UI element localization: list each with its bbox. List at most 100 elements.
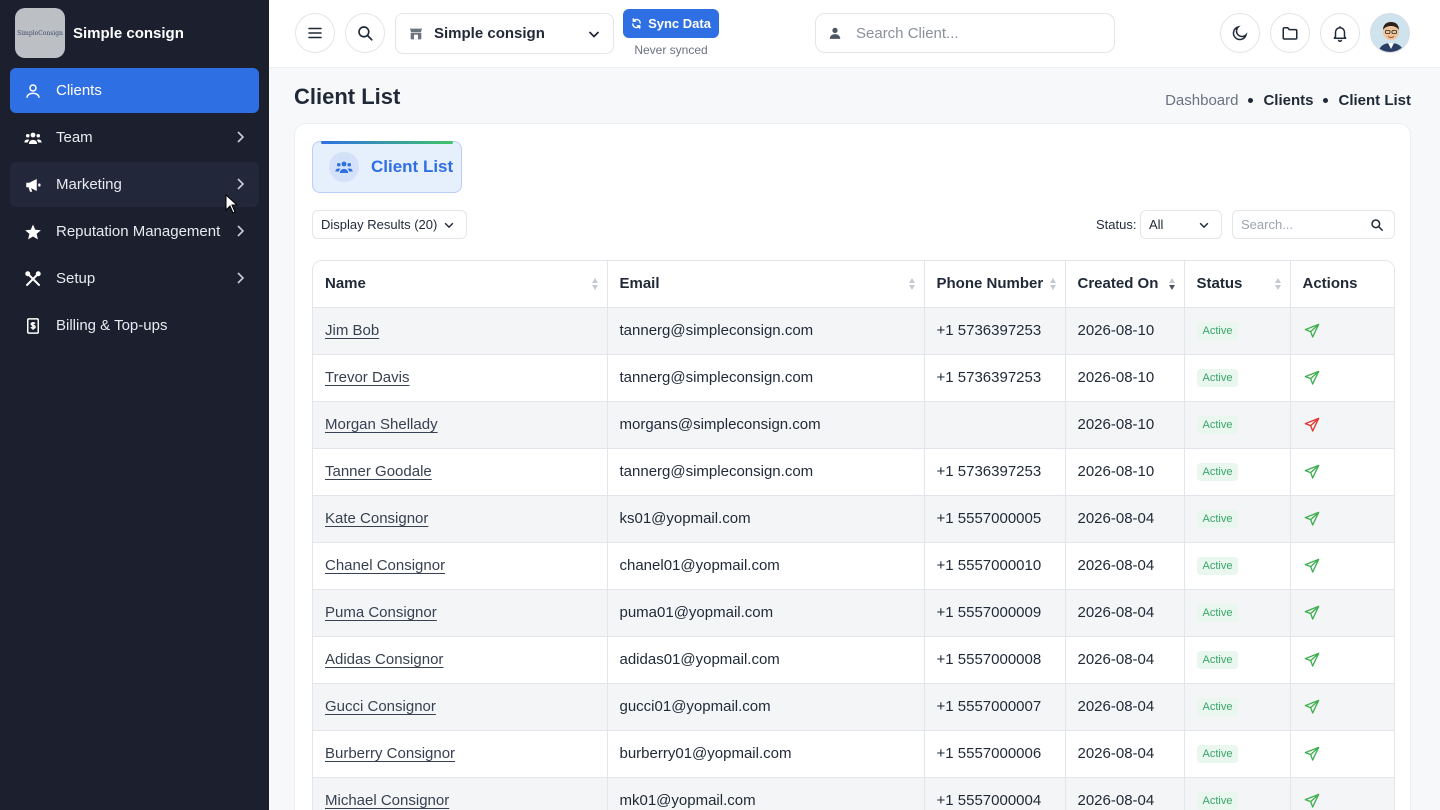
cell-name: Tanner Goodale xyxy=(313,448,608,496)
cell-status: Active xyxy=(1184,589,1291,637)
sidebar-item-reputation-management[interactable]: Reputation Management xyxy=(10,209,259,254)
theme-toggle-button[interactable] xyxy=(1220,13,1260,53)
folder-icon xyxy=(1282,27,1298,40)
cell-created-on: 2026-08-04 xyxy=(1065,730,1185,778)
search-icon[interactable] xyxy=(1370,218,1384,232)
status-badge: Active xyxy=(1196,557,1239,575)
cell-actions xyxy=(1290,730,1394,778)
chevron-right-icon xyxy=(237,272,245,284)
cell-email: burberry01@yopmail.com xyxy=(607,730,925,778)
menu-toggle-button[interactable] xyxy=(295,13,335,53)
table-row[interactable]: Puma Consignor puma01@yopmail.com +1 55570… xyxy=(313,589,1394,637)
table-row[interactable]: Kate Consignor ks01@yopmail.com +1 5557000… xyxy=(313,495,1394,543)
send-icon[interactable] xyxy=(1304,699,1320,715)
client-name-link[interactable]: Burberry Consignor xyxy=(325,745,455,762)
send-icon[interactable] xyxy=(1304,605,1320,621)
client-name-link[interactable]: Jim Bob xyxy=(325,322,379,339)
column-header-phone[interactable]: Phone Number xyxy=(924,261,1066,308)
cell-actions xyxy=(1290,542,1394,590)
sidebar-item-marketing[interactable]: Marketing xyxy=(10,162,259,207)
column-header-status[interactable]: Status xyxy=(1184,261,1291,308)
sync-data-button[interactable]: Sync Data xyxy=(623,9,719,38)
send-icon[interactable] xyxy=(1304,558,1320,574)
send-icon[interactable] xyxy=(1304,652,1320,668)
send-icon[interactable] xyxy=(1304,370,1320,386)
cell-phone: +1 5736397253 xyxy=(924,307,1066,355)
table-search[interactable] xyxy=(1232,210,1395,239)
send-icon[interactable] xyxy=(1304,417,1320,433)
client-name-link[interactable]: Chanel Consignor xyxy=(325,557,445,574)
send-icon[interactable] xyxy=(1304,464,1320,480)
tab-client-list[interactable]: Client List xyxy=(312,141,462,193)
send-icon[interactable] xyxy=(1304,793,1320,809)
sidebar: SimpleConsign Simple consign Clients Tea… xyxy=(0,0,269,810)
column-header-label: Email xyxy=(619,275,660,293)
client-search[interactable] xyxy=(815,13,1115,53)
send-icon[interactable] xyxy=(1304,511,1320,527)
status-filter-select[interactable]: All xyxy=(1140,210,1222,239)
table-row[interactable]: Tanner Goodale tannerg@simpleconsign.com +… xyxy=(313,448,1394,496)
table-row[interactable]: Michael Consignor mk01@yopmail.com +1 5557… xyxy=(313,777,1394,810)
send-icon[interactable] xyxy=(1304,323,1320,339)
cell-phone: +1 5557000010 xyxy=(924,542,1066,590)
table-row[interactable]: Gucci Consignor gucci01@yopmail.com +1 555… xyxy=(313,683,1394,731)
client-name-link[interactable]: Gucci Consignor xyxy=(325,698,436,715)
files-button[interactable] xyxy=(1270,13,1310,53)
client-name-link[interactable]: Michael Consignor xyxy=(325,792,449,809)
client-name-link[interactable]: Morgan Shellady xyxy=(325,416,438,433)
cell-email: tannerg@simpleconsign.com xyxy=(607,448,925,496)
sort-desc-icon[interactable] xyxy=(1168,277,1176,291)
cell-name: Jim Bob xyxy=(313,307,608,355)
sort-icon[interactable] xyxy=(1274,277,1282,291)
notifications-button[interactable] xyxy=(1320,13,1360,53)
status-filter-value: All xyxy=(1149,217,1164,232)
cell-created-on: 2026-08-10 xyxy=(1065,307,1185,355)
sort-icon[interactable] xyxy=(908,277,916,291)
client-search-input[interactable] xyxy=(856,24,1096,42)
cell-email: gucci01@yopmail.com xyxy=(607,683,925,731)
column-header-name[interactable]: Name xyxy=(313,261,608,308)
status-badge: Active xyxy=(1196,369,1239,387)
table-row[interactable]: Jim Bob tannerg@simpleconsign.com +1 57363… xyxy=(313,307,1394,355)
sort-icon[interactable] xyxy=(1049,277,1057,291)
sidebar-item-billing[interactable]: Billing & Top-ups xyxy=(10,303,259,348)
cell-name: Trevor Davis xyxy=(313,354,608,402)
table-row[interactable]: Chanel Consignor chanel01@yopmail.com +1 5… xyxy=(313,542,1394,590)
table-row[interactable]: Adidas Consignor adidas01@yopmail.com +1 5… xyxy=(313,636,1394,684)
status-badge: Active xyxy=(1196,651,1239,669)
table-row[interactable]: Morgan Shellady morgans@simpleconsign.com… xyxy=(313,401,1394,449)
cell-created-on: 2026-08-04 xyxy=(1065,542,1185,590)
client-name-link[interactable]: Puma Consignor xyxy=(325,604,437,621)
search-button[interactable] xyxy=(345,13,385,53)
client-name-link[interactable]: Adidas Consignor xyxy=(325,651,443,668)
status-badge: Active xyxy=(1196,792,1239,810)
column-header-label: Phone Number xyxy=(936,275,1044,293)
send-icon[interactable] xyxy=(1304,746,1320,762)
display-results-select[interactable]: Display Results (20) xyxy=(312,210,467,239)
users-icon xyxy=(24,129,42,147)
breadcrumb-dashboard[interactable]: Dashboard xyxy=(1165,92,1238,109)
user-avatar[interactable] xyxy=(1370,13,1410,53)
sidebar-item-team[interactable]: Team xyxy=(10,115,259,160)
tab-label: Client List xyxy=(371,157,454,176)
hamburger-icon xyxy=(308,27,322,39)
sidebar-item-clients[interactable]: Clients xyxy=(10,68,259,113)
breadcrumb-clients[interactable]: Clients xyxy=(1263,92,1313,109)
status-badge: Active xyxy=(1196,698,1239,716)
user-icon xyxy=(829,27,841,39)
table-row[interactable]: Trevor Davis tannerg@simpleconsign.com +1 … xyxy=(313,354,1394,402)
cell-created-on: 2026-08-10 xyxy=(1065,354,1185,402)
store-select[interactable]: Simple consign xyxy=(395,13,614,54)
bell-icon xyxy=(1333,26,1347,42)
table-search-input[interactable] xyxy=(1241,217,1366,232)
sort-icon[interactable] xyxy=(591,277,599,291)
sidebar-item-setup[interactable]: Setup xyxy=(10,256,259,301)
table-row[interactable]: Burberry Consignor burberry01@yopmail.com… xyxy=(313,730,1394,778)
cell-email: morgans@simpleconsign.com xyxy=(607,401,925,449)
client-name-link[interactable]: Trevor Davis xyxy=(325,369,409,386)
client-name-link[interactable]: Kate Consignor xyxy=(325,510,428,527)
column-header-email[interactable]: Email xyxy=(607,261,925,308)
column-header-created-on[interactable]: Created On xyxy=(1065,261,1185,308)
client-name-link[interactable]: Tanner Goodale xyxy=(325,463,432,480)
brand[interactable]: SimpleConsign Simple consign xyxy=(0,0,269,66)
